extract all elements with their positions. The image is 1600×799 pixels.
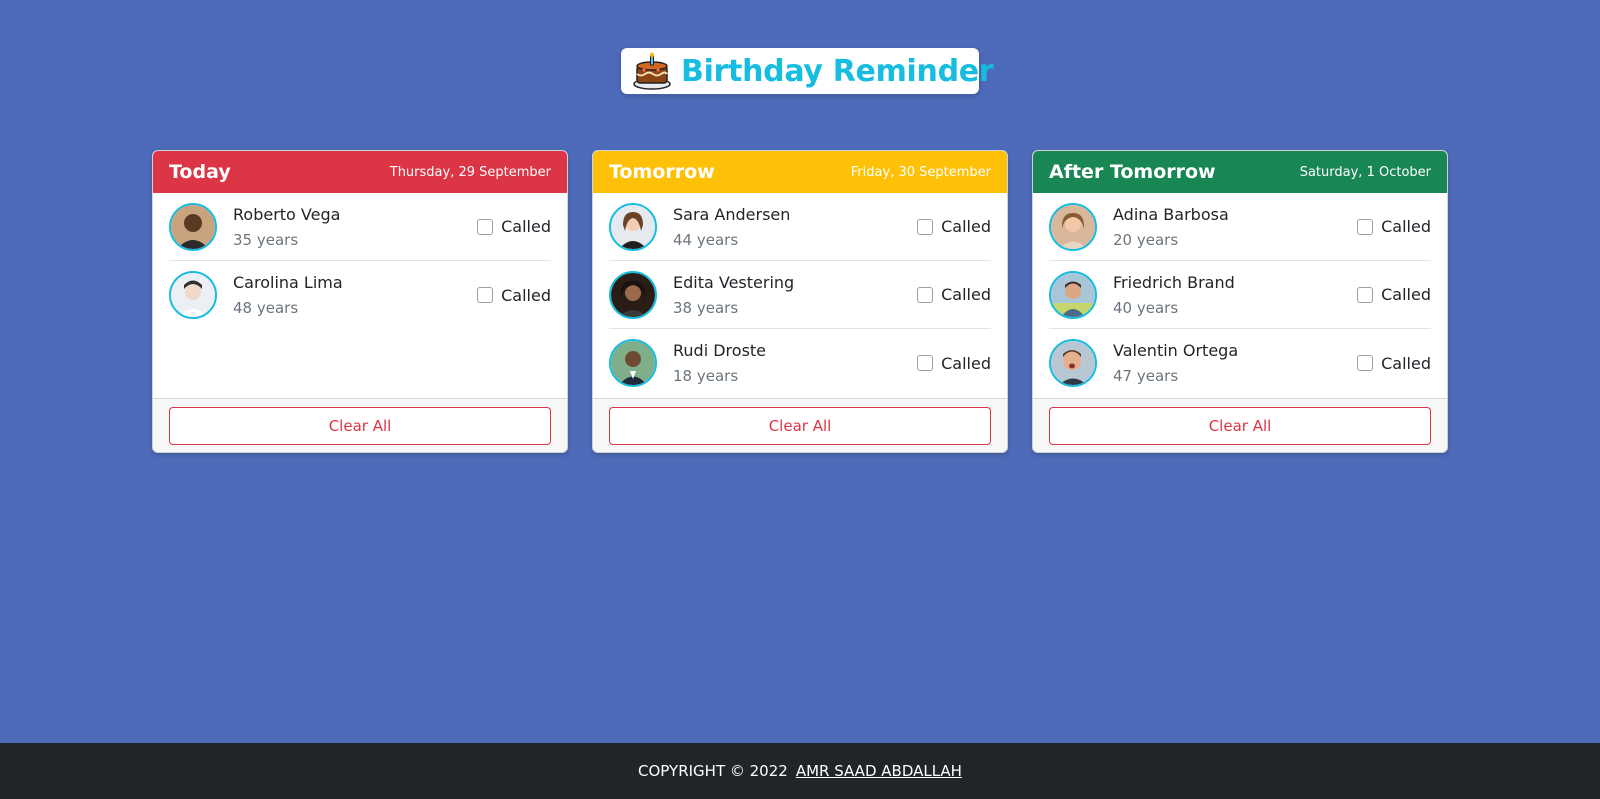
called-checkbox[interactable]	[917, 286, 934, 303]
person-age: 20 years	[1113, 230, 1179, 249]
app-title: Birthday Reminder	[681, 53, 994, 89]
called-checkbox[interactable]	[917, 355, 934, 371]
card-title: Tomorrow	[609, 161, 715, 183]
person-age: 48 years	[233, 299, 299, 317]
copyright-text: COPYRIGHT © 2022	[638, 762, 788, 780]
called-label: Called	[1381, 285, 1431, 304]
after-tomorrow-card: After Tomorrow Saturday, 1 October Adina…	[1032, 150, 1448, 453]
called-label: Called	[941, 353, 991, 373]
app-title-box: Birthday Reminder	[621, 48, 994, 94]
card-footer: Clear All	[593, 398, 1007, 452]
card-header: Today Thursday, 29 September	[153, 151, 567, 193]
card-footer: Clear All	[153, 398, 567, 452]
avatar	[1049, 202, 1097, 251]
list-item: Rudi Droste 18 years Called	[609, 329, 991, 397]
card-date: Thursday, 29 September	[389, 164, 551, 180]
person-name: Valentin Ortega	[1113, 341, 1239, 360]
list-item: Sara Andersen 44 years Called	[609, 193, 991, 261]
person-name: Friedrich Brand	[1113, 272, 1235, 292]
called-toggle[interactable]: Called	[917, 217, 991, 236]
called-label: Called	[501, 217, 551, 236]
birthday-list: Sara Andersen 44 years Called Edita Vest…	[593, 193, 1007, 398]
person-name: Adina Barbosa	[1113, 204, 1229, 224]
list-item: Carolina Lima 48 years Called	[169, 261, 551, 329]
list-item: Friedrich Brand 40 years Called	[1049, 261, 1431, 329]
card-title: After Tomorrow	[1049, 161, 1216, 183]
today-card: Today Thursday, 29 September Roberto Veg…	[152, 150, 568, 453]
called-toggle[interactable]: Called	[477, 286, 551, 305]
list-item: Roberto Vega 35 years Called	[169, 193, 551, 261]
clear-all-button[interactable]: Clear All	[1049, 407, 1431, 445]
avatar	[609, 270, 657, 319]
called-label: Called	[501, 285, 551, 305]
avatar	[169, 271, 217, 319]
called-toggle[interactable]: Called	[917, 285, 991, 304]
clear-all-button[interactable]: Clear All	[169, 407, 551, 445]
avatar	[1049, 270, 1097, 319]
birthday-list: Adina Barbosa 20 years Called Friedrich …	[1033, 193, 1447, 398]
person-name: Edita Vestering	[673, 272, 795, 292]
called-label: Called	[1381, 353, 1431, 373]
author-link[interactable]: AMR SAAD ABDALLAH	[796, 762, 962, 780]
called-toggle[interactable]: Called	[477, 217, 551, 236]
page-footer: COPYRIGHT © 2022 AMR SAAD ABDALLAH	[0, 743, 1600, 799]
avatar	[169, 202, 217, 251]
person-age: 40 years	[1113, 298, 1179, 317]
avatar	[609, 339, 657, 387]
called-label: Called	[941, 217, 991, 236]
called-label: Called	[941, 285, 991, 304]
called-label: Called	[1381, 217, 1431, 236]
person-name: Carolina Lima	[233, 273, 343, 292]
person-age: 35 years	[233, 230, 299, 249]
person-name: Rudi Droste	[673, 341, 767, 360]
called-toggle[interactable]: Called	[1357, 217, 1431, 236]
birthday-cake-icon	[632, 52, 672, 90]
card-header: After Tomorrow Saturday, 1 October	[1033, 151, 1447, 193]
birthday-list: Roberto Vega 35 years Called Carolina Li…	[153, 193, 567, 398]
list-item: Valentin Ortega 47 years Called	[1049, 329, 1431, 397]
avatar	[609, 202, 657, 251]
person-age: 47 years	[1113, 367, 1179, 385]
called-toggle[interactable]: Called	[917, 354, 991, 373]
person-name: Roberto Vega	[233, 204, 341, 224]
called-toggle[interactable]: Called	[1357, 354, 1431, 373]
person-name: Sara Andersen	[673, 204, 791, 224]
card-header: Tomorrow Friday, 30 September	[593, 151, 1007, 193]
tomorrow-card: Tomorrow Friday, 30 September Sara Ander…	[592, 150, 1008, 453]
card-date: Saturday, 1 October	[1299, 164, 1431, 180]
card-footer: Clear All	[1033, 398, 1447, 452]
list-item: Adina Barbosa 20 years Called	[1049, 193, 1431, 261]
person-age: 18 years	[673, 367, 739, 385]
card-title: Today	[169, 161, 231, 183]
called-checkbox[interactable]	[917, 218, 934, 235]
called-checkbox[interactable]	[477, 287, 494, 303]
list-item: Edita Vestering 38 years Called	[609, 261, 991, 329]
called-checkbox[interactable]	[477, 218, 494, 235]
called-checkbox[interactable]	[1357, 286, 1374, 303]
called-toggle[interactable]: Called	[1357, 285, 1431, 304]
avatar	[1049, 339, 1097, 387]
called-checkbox[interactable]	[1357, 218, 1374, 235]
called-checkbox[interactable]	[1357, 355, 1374, 371]
clear-all-button[interactable]: Clear All	[609, 407, 991, 445]
person-age: 38 years	[673, 298, 739, 317]
card-date: Friday, 30 September	[850, 164, 991, 180]
person-age: 44 years	[673, 230, 739, 249]
